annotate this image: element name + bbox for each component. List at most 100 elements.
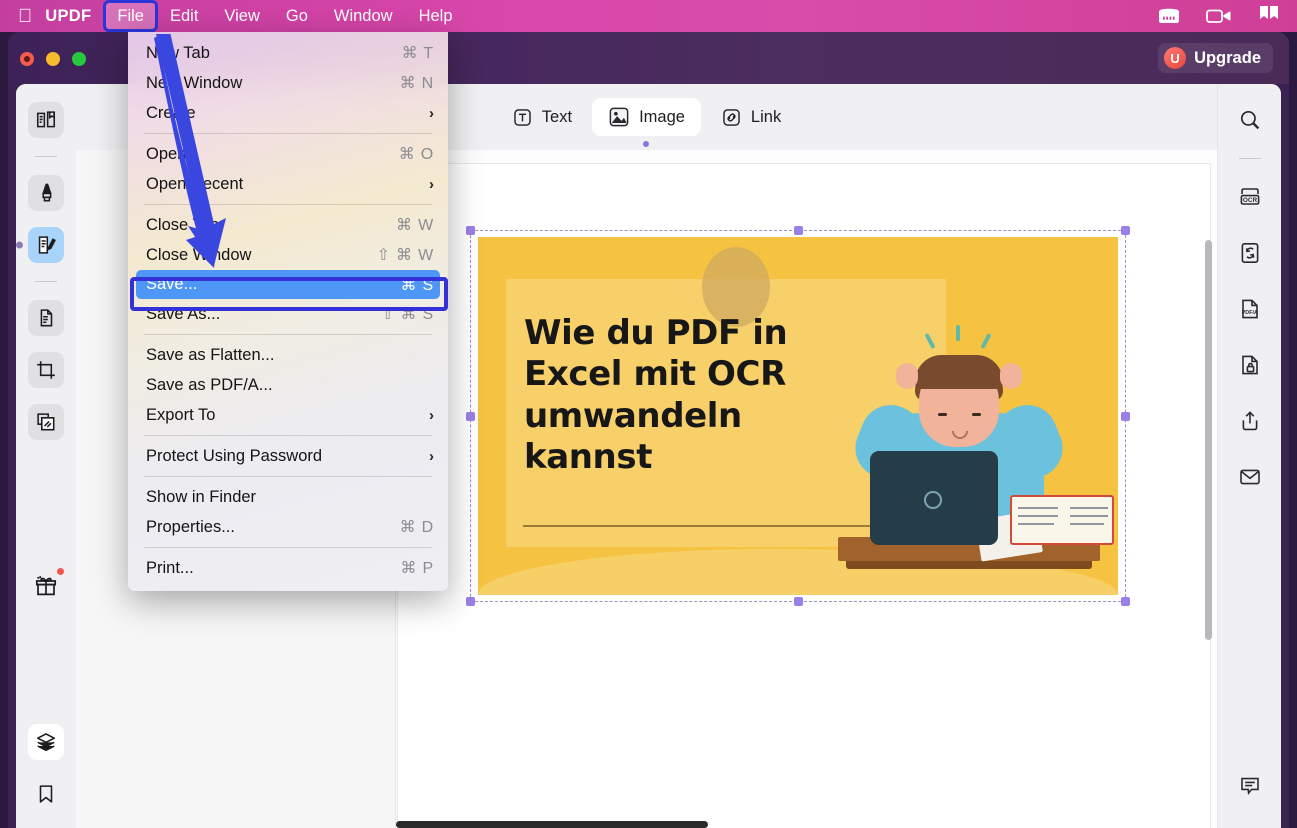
menu-updf[interactable]: UPDF (34, 3, 102, 29)
menu-item-save-as-pdf-a[interactable]: Save as PDF/A... (128, 370, 448, 400)
menu-item-label: Properties... (146, 517, 235, 536)
menu-item-label: Show in Finder (146, 487, 257, 506)
menu-separator (144, 204, 432, 205)
sidebar-item-edit-pdf[interactable] (16, 227, 64, 263)
menu-item-create[interactable]: Create › (128, 98, 448, 128)
sidebar-item-layers[interactable] (28, 724, 64, 760)
menu-item-save-as-flatten[interactable]: Save as Flatten... (128, 340, 448, 370)
chevron-right-icon: › (429, 406, 434, 424)
selected-image-object[interactable]: Wie du PDF in Excel mit OCR umwandeln ka… (466, 226, 1130, 606)
menu-go[interactable]: Go (275, 3, 319, 29)
right-item-email[interactable] (1230, 457, 1270, 497)
book-reader-icon (35, 109, 57, 131)
page-organize-icon (35, 307, 57, 329)
right-item-pdf-a[interactable]: PDF/A (1230, 289, 1270, 329)
sidebar-item-crop-page[interactable] (28, 352, 64, 388)
sidebar-item-reader-mode[interactable] (28, 102, 64, 138)
document-canvas[interactable]: Wie du PDF in Excel mit OCR umwandeln ka… (396, 150, 1217, 828)
pdf-page[interactable]: Wie du PDF in Excel mit OCR umwandeln ka… (398, 164, 1210, 828)
menu-item-new-window[interactable]: New Window ⌘ N (128, 68, 448, 98)
sidebar-item-page-tools[interactable] (28, 404, 64, 440)
vertical-scrollbar[interactable] (1205, 240, 1212, 640)
menu-item-shortcut: ⌘ O (398, 146, 434, 163)
sidebar-item-bookmarks[interactable] (28, 776, 64, 812)
menu-item-label: Save... (146, 275, 198, 293)
menu-item-new-tab[interactable]: New Tab ⌘ T (128, 38, 448, 68)
tab-image-label: Image (639, 107, 685, 126)
tab-link-label: Link (750, 107, 782, 126)
sidebar-item-organize-pages[interactable] (28, 300, 64, 336)
menu-bar-status-icons (1155, 3, 1283, 29)
resize-handle-middle-left[interactable] (466, 412, 475, 421)
right-item-comments[interactable] (1230, 766, 1270, 806)
resize-handle-top-center[interactable] (794, 226, 803, 235)
resize-handle-bottom-left[interactable] (466, 597, 475, 606)
menu-item-properties[interactable]: Properties... ⌘ D (128, 512, 448, 542)
menu-item-save[interactable]: Save... ⌘ S (136, 270, 440, 299)
menu-item-shortcut: ⇧ ⌘ S (381, 306, 434, 323)
menu-item-close-window[interactable]: Close Window ⇧ ⌘ W (128, 240, 448, 270)
menu-item-shortcut: ⌘ S (400, 276, 434, 294)
active-tab-indicator (643, 141, 650, 147)
menu-help[interactable]: Help (408, 3, 464, 29)
highlighter-pen-icon (35, 182, 57, 204)
maximize-button[interactable] (72, 52, 86, 66)
tab-text-label: Text (541, 107, 573, 126)
menu-item-label: Close Window (146, 245, 252, 264)
right-item-search[interactable] (1230, 100, 1270, 140)
resize-handle-bottom-right[interactable] (1121, 597, 1130, 606)
image-selection-border (470, 230, 1126, 602)
menu-window[interactable]: Window (323, 3, 404, 29)
right-item-protect[interactable] (1230, 345, 1270, 385)
right-item-convert[interactable] (1230, 233, 1270, 273)
chevron-right-icon: › (429, 104, 434, 122)
horizontal-scrollbar[interactable] (396, 821, 708, 828)
svg-text:OCR: OCR (1242, 197, 1257, 204)
menu-file[interactable]: File (106, 3, 155, 29)
tab-link[interactable]: Link (705, 99, 797, 136)
menu-item-label: Save as Flatten... (146, 345, 275, 364)
search-icon (1238, 108, 1262, 132)
sidebar-item-annotate[interactable] (28, 175, 64, 211)
right-item-ocr[interactable]: OCR (1230, 177, 1270, 217)
close-button[interactable] (20, 52, 34, 66)
menu-item-print[interactable]: Print... ⌘ P (128, 553, 448, 583)
menu-item-label: Export To (146, 405, 216, 424)
menu-item-protect-using-password[interactable]: Protect Using Password › (128, 441, 448, 471)
menu-item-label: Create (146, 103, 196, 122)
resize-handle-top-left[interactable] (466, 226, 475, 235)
resize-handle-bottom-center[interactable] (794, 597, 803, 606)
lock-document-icon (1238, 353, 1262, 377)
tab-image[interactable]: Image (592, 98, 701, 147)
apple-logo-icon[interactable]:  (18, 7, 32, 26)
menu-item-save-as[interactable]: Save As... ⇧ ⌘ S (128, 299, 448, 329)
svg-text:PDF/A: PDF/A (1241, 310, 1257, 316)
envelope-icon (1238, 465, 1262, 489)
menu-item-open-recent[interactable]: Open Recent › (128, 169, 448, 199)
minimize-button[interactable] (46, 52, 60, 66)
screen-recording-icon[interactable] (1205, 3, 1233, 29)
menu-item-open[interactable]: Open... ⌘ O (128, 139, 448, 169)
rail-divider-1 (35, 156, 57, 157)
menu-item-label: New Tab (146, 43, 210, 62)
resize-handle-middle-right[interactable] (1121, 412, 1130, 421)
resize-handle-top-right[interactable] (1121, 226, 1130, 235)
chevron-right-icon: › (429, 447, 434, 465)
menu-item-show-in-finder[interactable]: Show in Finder (128, 482, 448, 512)
sidebar-item-gift-offer[interactable] (28, 567, 65, 604)
menu-item-close-tab[interactable]: Close Tab ⌘ W (128, 210, 448, 240)
menu-item-shortcut: ⌘ N (399, 75, 434, 92)
macos-menu-bar:  UPDF File Edit View Go Window Help (0, 0, 1297, 32)
upgrade-button[interactable]: U Upgrade (1158, 43, 1273, 73)
menu-item-export-to[interactable]: Export To › (128, 400, 448, 430)
bookmarks-icon[interactable] (1255, 3, 1283, 29)
menu-edit[interactable]: Edit (159, 3, 209, 29)
keyboard-icon[interactable] (1155, 3, 1183, 29)
bookmark-icon (35, 783, 57, 805)
menu-item-shortcut: ⌘ W (396, 217, 434, 234)
menu-view[interactable]: View (213, 3, 270, 29)
menu-item-shortcut: ⌘ T (401, 45, 434, 62)
tab-text[interactable]: Text (496, 99, 588, 136)
right-rail-divider (1238, 158, 1261, 159)
right-item-share[interactable] (1230, 401, 1270, 441)
